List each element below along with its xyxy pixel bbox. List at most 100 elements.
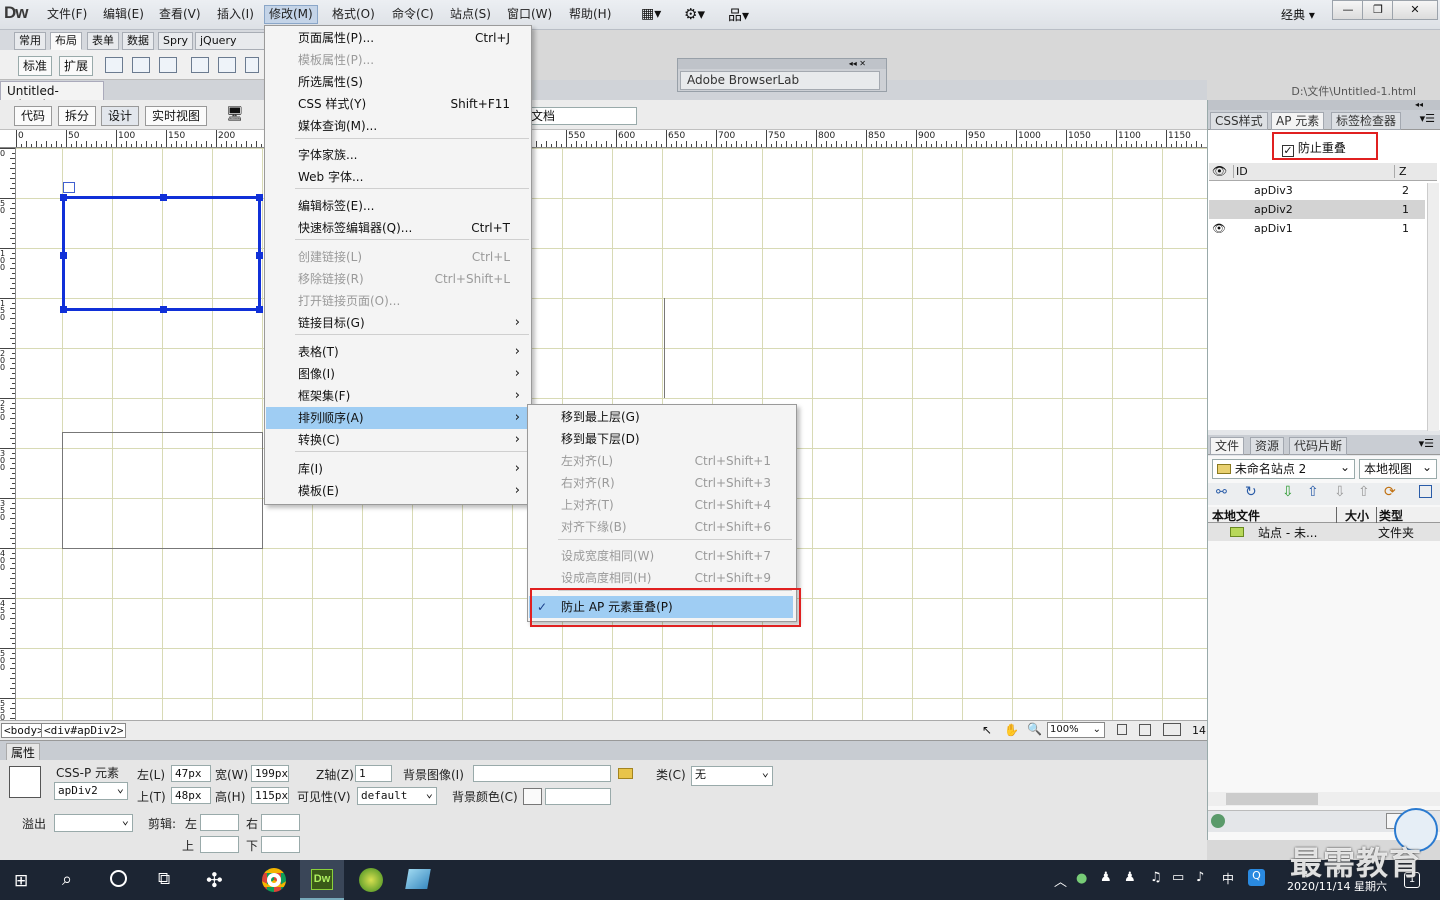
- selected-ap-div[interactable]: [60, 194, 263, 313]
- menu-item[interactable]: 所选属性(S): [266, 71, 530, 93]
- wechat-icon[interactable]: ●: [1076, 871, 1087, 886]
- eye-icon[interactable]: 👁: [1212, 164, 1227, 178]
- tablet-size-icon[interactable]: [1139, 724, 1151, 736]
- menu-site[interactable]: 站点(S): [446, 6, 495, 25]
- checkin-icon[interactable]: ⇧: [1358, 484, 1370, 500]
- menu-item[interactable]: 框架集(F) ›: [266, 385, 530, 407]
- visibility-select[interactable]: default: [357, 785, 437, 805]
- color-swatch[interactable]: [523, 788, 542, 805]
- panel-options-icon[interactable]: ▾☰: [1419, 437, 1434, 450]
- layout-icon[interactable]: ▦▾: [641, 6, 661, 22]
- qq-icon[interactable]: ♟: [1124, 870, 1136, 885]
- panel-collapse-bar[interactable]: ◂◂: [1208, 100, 1440, 110]
- ap-list-scrollbar[interactable]: [1427, 183, 1439, 431]
- element-id-select[interactable]: apDiv2: [54, 780, 128, 800]
- submenu-item[interactable]: 移到最下层(D): [529, 428, 793, 450]
- menu-item[interactable]: 排列顺序(A) ›: [266, 407, 530, 429]
- scroll-thumb[interactable]: [1226, 793, 1318, 805]
- resize-handle[interactable]: [256, 252, 263, 259]
- tag-div-apdiv2[interactable]: <div#apDiv2>: [41, 723, 127, 738]
- menu-insert[interactable]: 插入(I): [213, 6, 258, 25]
- site-select[interactable]: 未命名站点 2 ⌄: [1212, 459, 1355, 479]
- qq-icon[interactable]: ♟: [1100, 870, 1112, 885]
- panel-collapse-bar[interactable]: ◂◂ ✕: [678, 59, 886, 69]
- menu-item[interactable]: 表格(T) ›: [266, 341, 530, 363]
- overflow-select[interactable]: [54, 812, 133, 832]
- eye-icon[interactable]: 👁: [1212, 219, 1226, 238]
- resize-handle[interactable]: [256, 194, 263, 201]
- tab-layout[interactable]: 布局: [50, 32, 82, 50]
- menu-item[interactable]: Web 字体...: [266, 166, 530, 188]
- task-view-icon[interactable]: ⧉: [158, 869, 170, 889]
- bg-image-input[interactable]: [473, 765, 611, 782]
- melon-app-icon[interactable]: [359, 868, 383, 892]
- code-view-button[interactable]: 代码: [14, 106, 53, 126]
- menu-item[interactable]: 链接目标(G) ›: [266, 312, 530, 334]
- checkout-icon[interactable]: ⇩: [1334, 484, 1346, 500]
- bg-color-input[interactable]: [545, 788, 611, 805]
- qq-browser-icon[interactable]: Q: [1248, 869, 1265, 886]
- menu-item[interactable]: 模板(E) ›: [266, 480, 530, 502]
- multiscreen-icon[interactable]: 🖥: [226, 106, 244, 122]
- resize-handle[interactable]: [60, 252, 67, 259]
- menu-commands[interactable]: 命令(C): [388, 6, 438, 25]
- tab-jquery-mobile[interactable]: jQuery Mob: [195, 32, 265, 63]
- get-icon[interactable]: ⇩: [1282, 484, 1294, 500]
- put-icon[interactable]: ⇧: [1307, 484, 1319, 500]
- close-button[interactable]: ✕: [1392, 0, 1438, 20]
- document-tab[interactable]: Untitled-1.html*: [0, 81, 104, 112]
- clip-bottom-input[interactable]: [261, 836, 300, 853]
- browserlab-tab[interactable]: Adobe BrowserLab: [680, 71, 880, 90]
- panel-options-icon[interactable]: ▾☰: [1420, 112, 1435, 125]
- tray-chevron-icon[interactable]: ︿: [1054, 871, 1067, 890]
- expanded-mode-button[interactable]: 扩展: [59, 56, 94, 76]
- frame-icon[interactable]: [191, 57, 209, 73]
- left-input[interactable]: 47px: [171, 765, 211, 782]
- menu-window[interactable]: 窗口(W): [503, 6, 556, 25]
- resize-handle[interactable]: [256, 306, 263, 313]
- connect-icon[interactable]: ⚯: [1216, 485, 1227, 500]
- workspace-switcher[interactable]: 经典 ▾: [1281, 6, 1315, 23]
- split-view-button[interactable]: 拆分: [58, 106, 97, 126]
- site-icon[interactable]: 品▾: [728, 5, 749, 25]
- ap-row[interactable]: 👁 apDiv1 1: [1209, 219, 1425, 238]
- z-index-input[interactable]: 1: [355, 765, 392, 782]
- menu-item[interactable]: 图像(I) ›: [266, 363, 530, 385]
- tab-common[interactable]: 常用: [14, 32, 46, 50]
- tab-tag-inspector[interactable]: 标签检查器: [1331, 112, 1402, 130]
- file-row[interactable]: 站点 - 未... 文件夹: [1208, 523, 1440, 541]
- bell-icon[interactable]: ♫: [1150, 870, 1162, 885]
- menu-item[interactable]: 库(I) ›: [266, 458, 530, 480]
- refresh-icon[interactable]: ↻: [1245, 484, 1257, 500]
- ap-div-anchor[interactable]: [63, 182, 75, 193]
- menu-item[interactable]: 编辑标签(E)...: [266, 195, 530, 217]
- zoom-tool-icon[interactable]: 🔍: [1027, 722, 1042, 736]
- notepad-icon[interactable]: [405, 869, 431, 889]
- maximize-button[interactable]: ❐: [1362, 0, 1394, 20]
- ap-div-icon[interactable]: [159, 57, 177, 73]
- menu-file[interactable]: 文件(F): [43, 6, 91, 25]
- hand-tool-icon[interactable]: ✋: [1004, 723, 1019, 737]
- tab-assets[interactable]: 资源: [1250, 437, 1285, 455]
- table-icon[interactable]: [105, 57, 123, 73]
- menu-item[interactable]: 快速标签编辑器(Q)... Ctrl+T: [266, 217, 530, 239]
- div-icon[interactable]: [132, 57, 150, 73]
- menu-modify[interactable]: 修改(M): [264, 5, 318, 24]
- ap-row[interactable]: apDiv3 2: [1209, 181, 1425, 200]
- document-title-field[interactable]: 文档: [527, 107, 637, 125]
- tab-forms[interactable]: 表单: [87, 32, 119, 50]
- design-view-button[interactable]: 设计: [101, 106, 140, 126]
- more-icon[interactable]: [245, 57, 259, 73]
- standard-mode-button[interactable]: 标准: [18, 56, 53, 76]
- class-select[interactable]: 无: [691, 764, 773, 786]
- menu-view[interactable]: 查看(V): [155, 6, 205, 25]
- menu-format[interactable]: 格式(O): [328, 6, 379, 25]
- menu-edit[interactable]: 编辑(E): [99, 6, 148, 25]
- clip-right-input[interactable]: [261, 814, 300, 831]
- network-icon[interactable]: ▭: [1172, 870, 1184, 885]
- cortana-icon[interactable]: [110, 870, 127, 887]
- live-view-button[interactable]: 实时视图: [145, 106, 208, 126]
- pointer-tool-icon[interactable]: ↖: [982, 723, 992, 737]
- menu-help[interactable]: 帮助(H): [565, 6, 615, 25]
- search-icon[interactable]: ⌕: [62, 869, 72, 890]
